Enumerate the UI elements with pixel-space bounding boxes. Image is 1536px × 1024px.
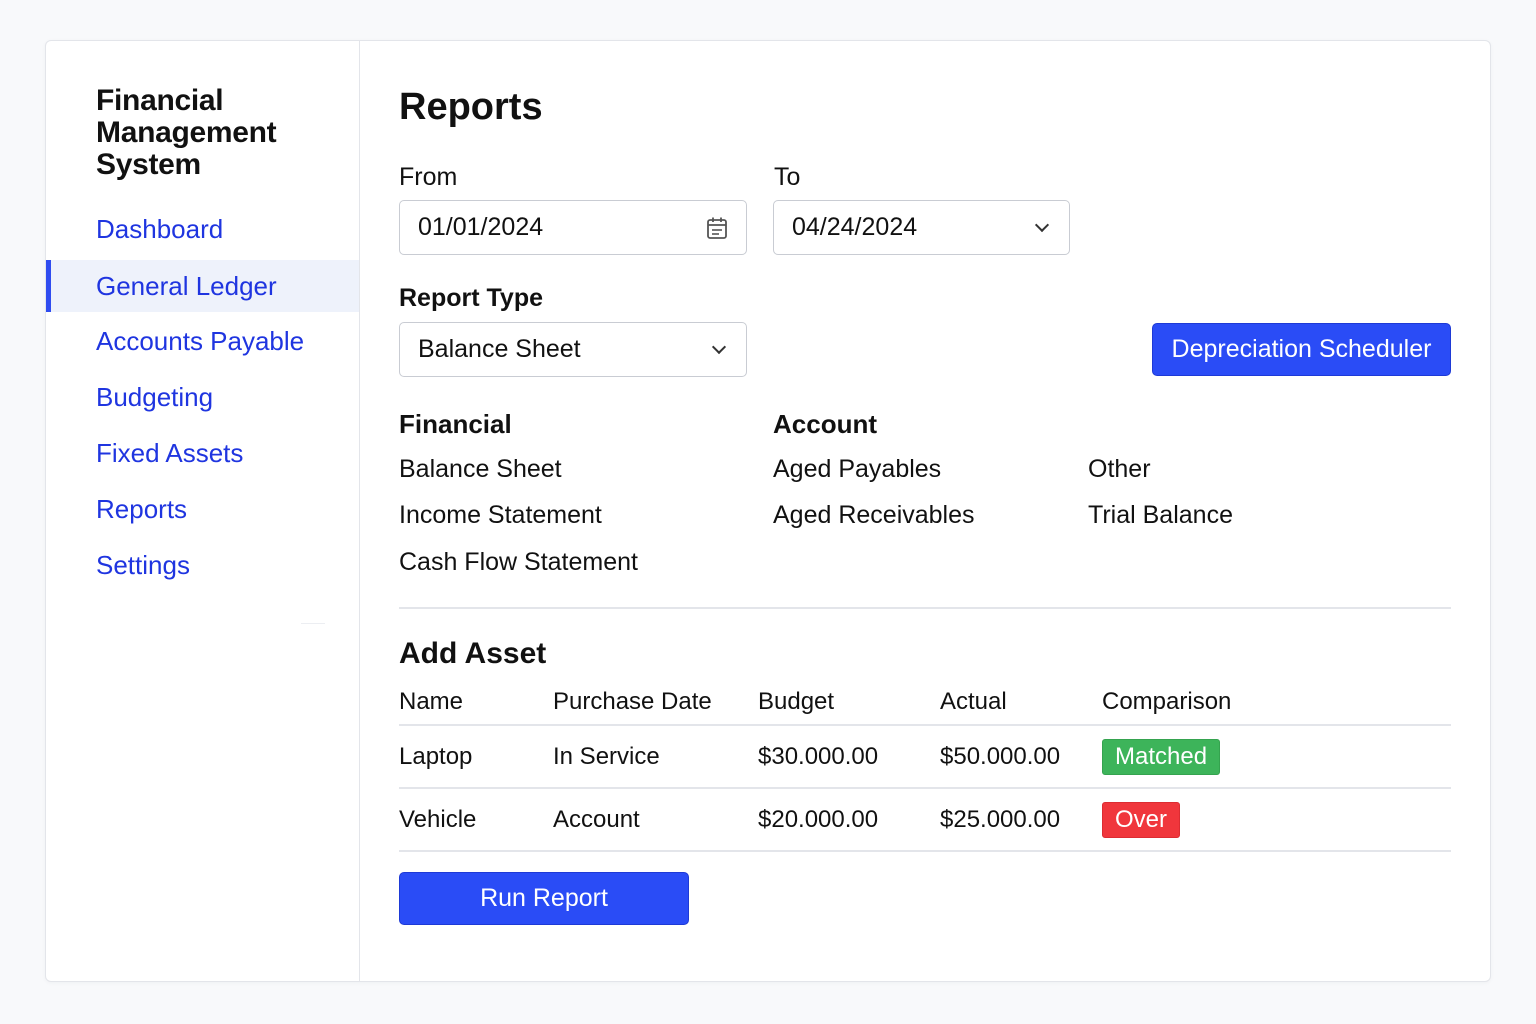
asset-section-title: Add Asset — [399, 637, 547, 670]
run-report-button[interactable]: Run Report — [399, 872, 689, 925]
app-title: Financial Management System — [96, 84, 277, 181]
to-label: To — [774, 163, 801, 191]
app-window: Financial Management System Dashboard Ge… — [45, 40, 1491, 982]
page-title: Reports — [399, 86, 543, 128]
report-link-aged-payables[interactable]: Aged Payables — [773, 455, 941, 484]
chevron-down-icon — [1034, 217, 1050, 232]
column-header-comparison: Comparison — [1102, 688, 1232, 715]
sidebar-item-fixed-assets[interactable]: Fixed Assets — [46, 427, 359, 479]
depreciation-scheduler-button[interactable]: Depreciation Scheduler — [1152, 323, 1451, 376]
column-header-budget: Budget — [758, 688, 835, 715]
sidebar-item-dashboard[interactable]: Dashboard — [46, 203, 359, 255]
table-cell-budget: $30.000.00 — [758, 743, 879, 770]
section-divider — [399, 607, 1451, 609]
status-badge-matched: Matched — [1102, 739, 1221, 775]
sidebar-item-general-ledger[interactable]: General Ledger — [46, 260, 359, 312]
report-link-cash-flow-statement[interactable]: Cash Flow Statement — [399, 548, 638, 577]
to-date-value: 04/24/2024 — [792, 213, 918, 241]
column-header-name: Name — [399, 688, 464, 715]
sidebar-item-settings[interactable]: Settings — [46, 539, 359, 591]
column-header-actual: Actual — [940, 688, 1007, 715]
report-type-value: Balance Sheet — [418, 335, 581, 363]
report-link-balance-sheet[interactable]: Balance Sheet — [399, 455, 562, 484]
column-header-purchase-date: Purchase Date — [553, 688, 712, 715]
table-cell-actual: $50.000.00 — [940, 743, 1061, 770]
group-financial-heading: Financial — [399, 409, 512, 439]
report-type-select[interactable]: Balance Sheet — [399, 322, 747, 377]
calendar-icon[interactable] — [706, 216, 728, 240]
table-cell-actual: $25.000.00 — [940, 806, 1061, 833]
from-date-input[interactable]: 01/01/2024 — [399, 200, 747, 255]
main-content: Reports From 01/01/2024 To 04/24/2024 Re… — [360, 41, 1490, 981]
sidebar: Financial Management System Dashboard Ge… — [46, 41, 360, 981]
table-header-divider — [399, 724, 1451, 726]
sidebar-item-reports[interactable]: Reports — [46, 483, 359, 535]
report-link-income-statement[interactable]: Income Statement — [399, 501, 602, 530]
table-row-divider — [399, 850, 1451, 852]
to-date-select[interactable]: 04/24/2024 — [773, 200, 1070, 255]
status-badge-over: Over — [1102, 802, 1181, 838]
from-label: From — [399, 163, 458, 191]
report-link-trial-balance[interactable]: Trial Balance — [1088, 501, 1233, 530]
table-cell-purchase-date: In Service — [553, 743, 660, 770]
sidebar-item-budgeting[interactable]: Budgeting — [46, 371, 359, 423]
from-date-value: 01/01/2024 — [418, 213, 544, 241]
table-cell-budget: $20.000.00 — [758, 806, 879, 833]
group-account-heading: Account — [773, 409, 877, 439]
sidebar-divider — [301, 623, 325, 624]
report-link-aged-receivables[interactable]: Aged Receivables — [773, 501, 975, 530]
table-cell-purchase-date: Account — [553, 806, 640, 833]
chevron-down-icon — [711, 339, 727, 354]
table-cell-name: Laptop — [399, 743, 473, 770]
report-link-other[interactable]: Other — [1088, 455, 1151, 484]
report-type-label: Report Type — [399, 284, 543, 312]
sidebar-item-accounts-payable[interactable]: Accounts Payable — [46, 315, 359, 367]
table-cell-name: Vehicle — [399, 806, 477, 833]
table-row-divider — [399, 787, 1451, 789]
